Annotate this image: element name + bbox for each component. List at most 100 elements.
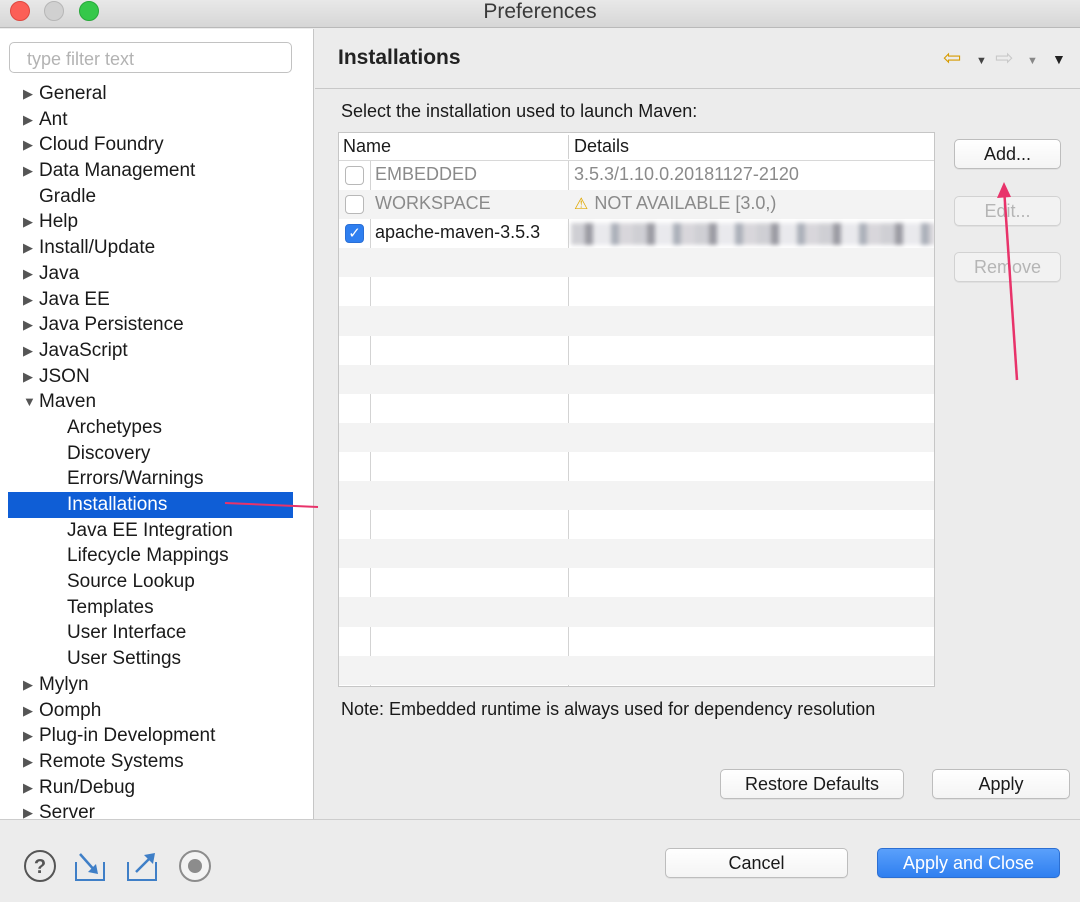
tree-item-user-interface[interactable]: User Interface xyxy=(0,620,313,646)
tree-item-java-persistence[interactable]: ▶ Java Persistence xyxy=(0,312,313,338)
installations-page: Installations ⇦ ▼ ⇨ ▼ ▼ Select the insta… xyxy=(315,29,1080,819)
tree-item-archetypes[interactable]: Archetypes xyxy=(0,415,313,441)
tree-item-ant[interactable]: ▶ Ant xyxy=(0,107,313,133)
help-icon[interactable]: ? xyxy=(22,848,58,884)
installation-name: WORKSPACE xyxy=(375,193,491,214)
restore-defaults-button[interactable]: Restore Defaults xyxy=(720,769,904,799)
collapsed-arrow-icon[interactable]: ▶ xyxy=(23,158,37,184)
edit-button[interactable]: Edit... xyxy=(954,196,1061,226)
tree-item-general[interactable]: ▶ General xyxy=(0,81,313,107)
table-body: EMBEDDED 3.5.3/1.10.0.20181127-2120 WORKSP… xyxy=(339,161,934,685)
collapsed-arrow-icon[interactable]: ▶ xyxy=(23,81,37,107)
tree-item-source-lookup[interactable]: Source Lookup xyxy=(0,569,313,595)
column-header-details[interactable]: Details xyxy=(574,136,629,157)
collapsed-arrow-icon[interactable]: ▶ xyxy=(23,723,37,749)
apply-button[interactable]: Apply xyxy=(932,769,1070,799)
collapsed-arrow-icon[interactable]: ▶ xyxy=(23,800,37,819)
tree-item-remote-systems[interactable]: ▶ Remote Systems xyxy=(0,749,313,775)
installation-checkbox[interactable] xyxy=(345,195,364,215)
table-row xyxy=(339,277,934,306)
tree-item-help[interactable]: ▶ Help xyxy=(0,209,313,235)
import-icon[interactable] xyxy=(72,848,108,884)
tree-item-installations[interactable]: Installations xyxy=(0,492,313,518)
tree-item-java-ee[interactable]: ▶ Java EE xyxy=(0,287,313,313)
tree-item-label: Ant xyxy=(39,108,68,130)
apply-and-close-button[interactable]: Apply and Close xyxy=(877,848,1060,878)
add-button[interactable]: Add... xyxy=(954,139,1061,169)
tree-item-json[interactable]: ▶ JSON xyxy=(0,364,313,390)
tree-item-plug-in-development[interactable]: ▶ Plug-in Development xyxy=(0,723,313,749)
collapsed-arrow-icon[interactable]: ▶ xyxy=(23,261,37,287)
page-title: Installations xyxy=(338,46,461,69)
table-row[interactable]: WORKSPACE ⚠ NOT AVAILABLE [3.0,) xyxy=(339,190,934,220)
collapsed-arrow-icon[interactable]: ▶ xyxy=(23,132,37,158)
tree-item-run-debug[interactable]: ▶ Run/Debug xyxy=(0,775,313,801)
installations-table: Name Details EMBEDDED 3.5.3/1.10.0.201811… xyxy=(338,132,935,687)
table-row xyxy=(339,394,934,423)
collapsed-arrow-icon[interactable]: ▶ xyxy=(23,698,37,724)
tree-item-javascript[interactable]: ▶ JavaScript xyxy=(0,338,313,364)
installation-checkbox[interactable]: ✓ xyxy=(345,224,364,244)
table-row[interactable]: ✓ apache-maven-3.5.3 xyxy=(339,219,934,248)
tree-item-label: Remote Systems xyxy=(39,750,184,772)
tree-item-server[interactable]: ▶ Server xyxy=(0,800,313,819)
tree-item-java[interactable]: ▶ Java xyxy=(0,261,313,287)
tree-item-discovery[interactable]: Discovery xyxy=(0,441,313,467)
table-row xyxy=(339,336,934,365)
view-menu-icon[interactable]: ▼ xyxy=(1052,51,1066,67)
tree-item-label: Oomph xyxy=(39,699,102,721)
tree-item-label: Java xyxy=(39,262,80,284)
filter-input[interactable] xyxy=(9,42,292,73)
expanded-arrow-icon[interactable]: ▼ xyxy=(23,389,37,415)
installation-checkbox[interactable] xyxy=(345,166,364,185)
tree-item-label: Java EE Integration xyxy=(67,519,233,541)
table-row xyxy=(339,248,934,278)
table-row[interactable]: EMBEDDED 3.5.3/1.10.0.20181127-2120 xyxy=(339,161,934,190)
tree-item-label: Server xyxy=(39,802,95,819)
tree-item-label: Install/Update xyxy=(39,237,156,259)
tree-item-label: Errors/Warnings xyxy=(67,468,204,490)
collapsed-arrow-icon[interactable]: ▶ xyxy=(23,235,37,261)
tree-item-lifecycle-mappings[interactable]: Lifecycle Mappings xyxy=(0,543,313,569)
collapsed-arrow-icon[interactable]: ▶ xyxy=(23,287,37,313)
column-divider[interactable] xyxy=(568,135,569,159)
tree-item-label: Maven xyxy=(39,391,97,413)
table-row xyxy=(339,568,934,597)
tree-item-oomph[interactable]: ▶ Oomph xyxy=(0,698,313,724)
collapsed-arrow-icon[interactable]: ▶ xyxy=(23,338,37,364)
preferences-tree: ▶ General ▶ Ant ▶ Cloud Foundry ▶ Data Manageme… xyxy=(0,81,313,819)
collapsed-arrow-icon[interactable]: ▶ xyxy=(23,209,37,235)
forward-arrow-icon[interactable]: ⇨ xyxy=(995,45,1013,71)
collapsed-arrow-icon[interactable]: ▶ xyxy=(23,364,37,390)
collapsed-arrow-icon[interactable]: ▶ xyxy=(23,775,37,801)
export-icon[interactable] xyxy=(124,848,160,884)
column-header-name[interactable]: Name xyxy=(343,136,391,157)
tree-item-label: Gradle xyxy=(39,185,97,207)
tree-item-gradle[interactable]: Gradle xyxy=(0,184,313,210)
tree-item-errors-warnings[interactable]: Errors/Warnings xyxy=(0,466,313,492)
tree-item-user-settings[interactable]: User Settings xyxy=(0,646,313,672)
back-arrow-icon[interactable]: ⇦ xyxy=(943,45,961,71)
note-text: Note: Embedded runtime is always used fo… xyxy=(341,699,876,719)
collapsed-arrow-icon[interactable]: ▶ xyxy=(23,312,37,338)
tree-item-cloud-foundry[interactable]: ▶ Cloud Foundry xyxy=(0,132,313,158)
collapsed-arrow-icon[interactable]: ▶ xyxy=(23,749,37,775)
collapsed-arrow-icon[interactable]: ▶ xyxy=(23,107,37,133)
tree-item-install-update[interactable]: ▶ Install/Update xyxy=(0,235,313,261)
tree-item-maven[interactable]: ▼ Maven xyxy=(0,389,313,415)
redacted-details xyxy=(571,223,934,246)
record-icon[interactable] xyxy=(177,848,213,884)
warning-icon: ⚠ xyxy=(574,196,589,214)
remove-button[interactable]: Remove xyxy=(954,252,1061,282)
forward-dropdown-icon[interactable]: ▼ xyxy=(1027,55,1038,67)
tree-item-label: Mylyn xyxy=(39,673,89,695)
cancel-button[interactable]: Cancel xyxy=(665,848,848,878)
tree-item-data-management[interactable]: ▶ Data Management xyxy=(0,158,313,184)
collapsed-arrow-icon[interactable]: ▶ xyxy=(23,672,37,698)
details-text: NOT AVAILABLE [3.0,) xyxy=(594,193,777,214)
back-dropdown-icon[interactable]: ▼ xyxy=(976,55,987,67)
tree-item-templates[interactable]: Templates xyxy=(0,595,313,621)
tree-item-java-ee-integration[interactable]: Java EE Integration xyxy=(0,518,313,544)
tree-item-mylyn[interactable]: ▶ Mylyn xyxy=(0,672,313,698)
table-row xyxy=(339,422,934,452)
